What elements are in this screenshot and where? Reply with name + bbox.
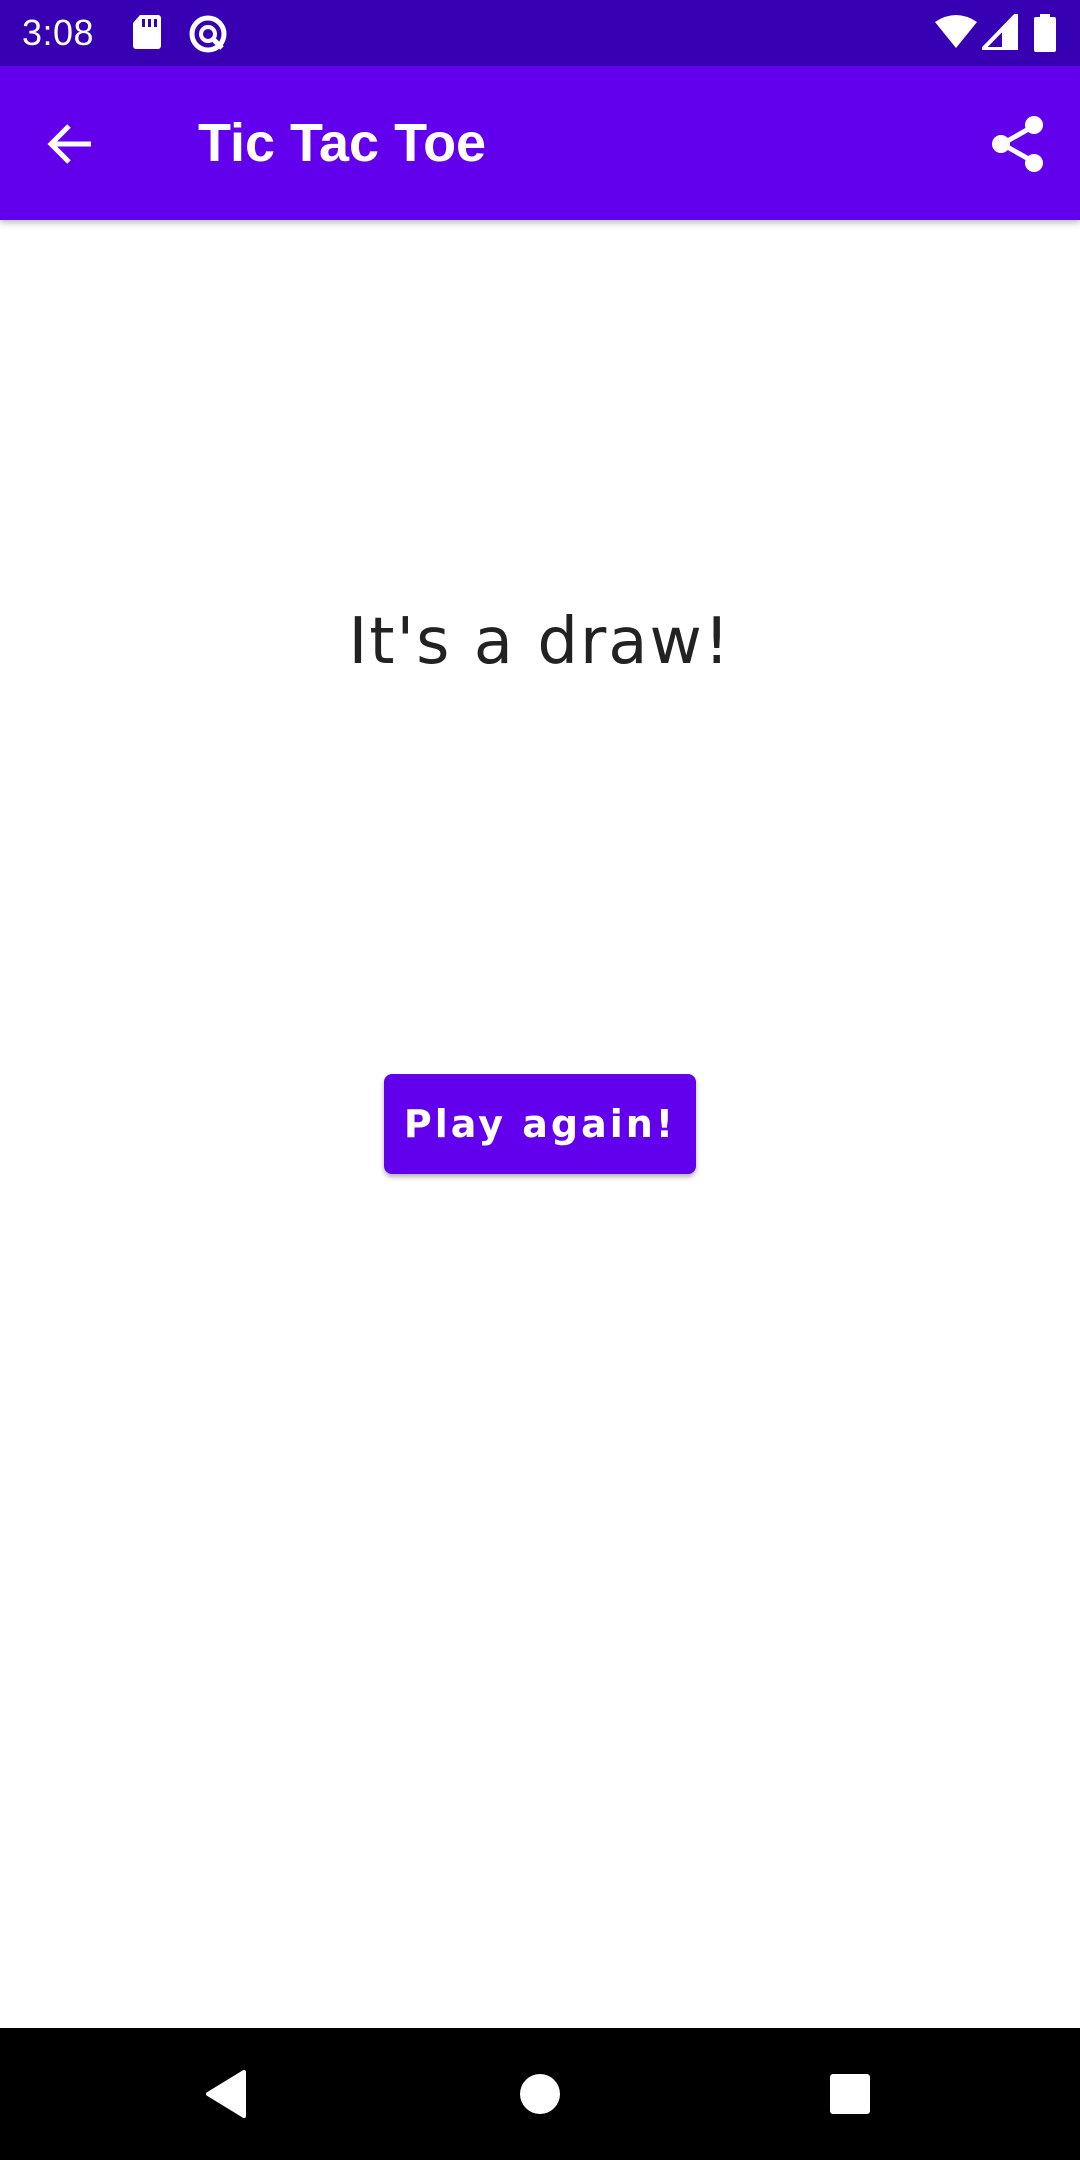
back-button[interactable] bbox=[30, 104, 110, 184]
status-bar: 3:08 bbox=[0, 0, 1080, 66]
sd-card-icon bbox=[132, 14, 162, 55]
play-again-label: Play again! bbox=[403, 1102, 677, 1146]
nav-back-button[interactable] bbox=[186, 2054, 266, 2134]
battery-icon bbox=[1034, 14, 1056, 57]
app-title: Tic Tac Toe bbox=[198, 113, 487, 173]
nav-recents-button[interactable] bbox=[810, 2054, 890, 2134]
sync-icon bbox=[188, 14, 228, 59]
nav-home-button[interactable] bbox=[500, 2054, 580, 2134]
navigation-bar bbox=[0, 2028, 1080, 2160]
back-triangle-icon bbox=[206, 2070, 246, 2118]
home-circle-icon bbox=[520, 2074, 560, 2114]
share-button[interactable] bbox=[978, 104, 1058, 184]
screen: 3:08 Tic Tac Toe It's a draw! Play again… bbox=[0, 0, 1080, 2160]
status-time: 3:08 bbox=[22, 12, 95, 53]
arrow-back-icon bbox=[47, 124, 91, 164]
app-bar: Tic Tac Toe bbox=[0, 66, 1080, 220]
wifi-icon bbox=[934, 14, 978, 55]
share-icon bbox=[992, 116, 1043, 172]
cell-signal-icon bbox=[981, 13, 1018, 55]
recents-square-icon bbox=[830, 2074, 870, 2114]
play-again-button[interactable]: Play again! bbox=[384, 1074, 696, 1174]
result-message: It's a draw! bbox=[348, 605, 732, 679]
